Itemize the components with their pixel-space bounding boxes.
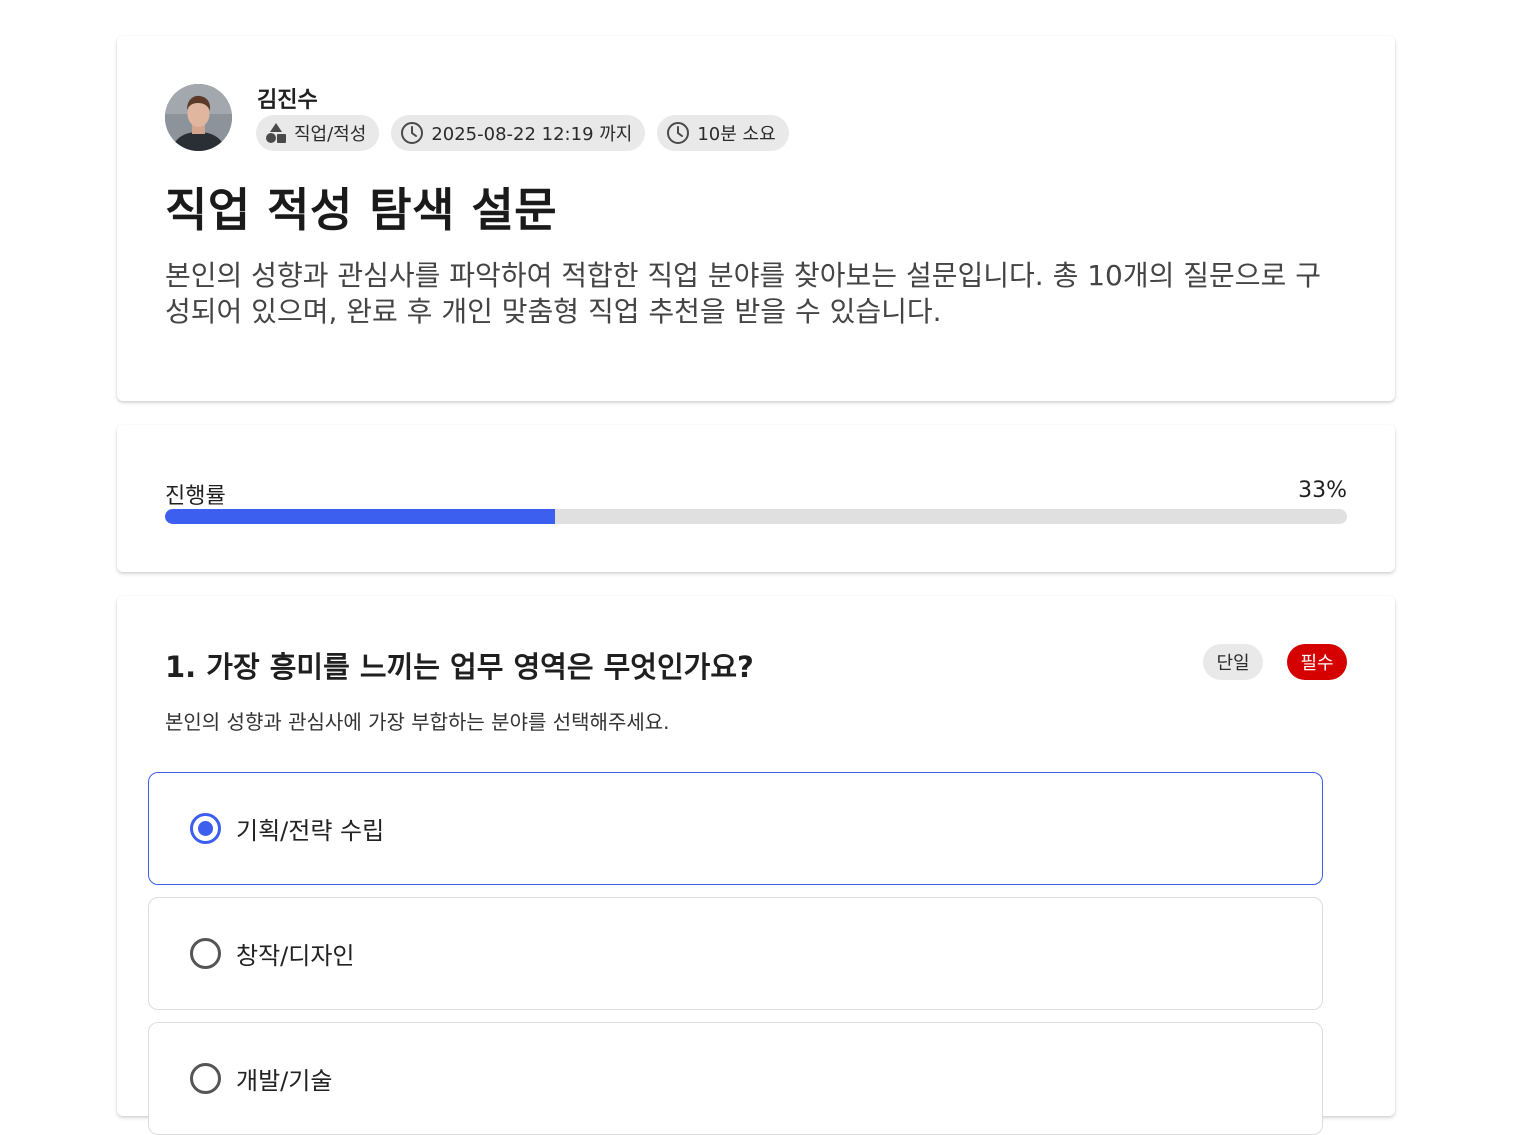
clock-icon [401, 122, 424, 144]
question-card: 1. 가장 흥미를 느끼는 업무 영역은 무엇인가요? 단일 필수 본인의 성향… [117, 596, 1395, 1135]
survey-header-card: 김진수 직업/적성 2025-08-22 12:19 까지 10분 소요 직업 … [117, 36, 1395, 401]
survey-title: 직업 적성 탐색 설문 [165, 183, 558, 237]
duration-label: 10분 소요 [697, 124, 776, 145]
question-description: 본인의 성향과 관심사에 가장 부합하는 분야를 선택해주세요. [165, 710, 670, 734]
question-title: 1. 가장 흥미를 느끼는 업무 영역은 무엇인가요? [165, 650, 754, 684]
author-avatar [165, 84, 232, 151]
progress-bar [165, 509, 1347, 524]
option-label: 개발/기술 [236, 1067, 333, 1095]
radio-selected-icon[interactable] [190, 813, 221, 844]
progress-bar-fill [165, 509, 556, 524]
category-label: 직업/적성 [294, 124, 367, 145]
progress-card: 진행률 33% [117, 425, 1395, 572]
survey-meta-chips: 직업/적성 2025-08-22 12:19 까지 10분 소요 [256, 115, 789, 151]
option-design[interactable]: 창작/디자인 [148, 897, 1323, 1010]
radio-unselected-icon[interactable] [190, 1063, 221, 1094]
radio-unselected-icon[interactable] [190, 938, 221, 969]
duration-chip: 10분 소요 [657, 115, 789, 151]
option-development[interactable]: 개발/기술 [148, 1022, 1323, 1135]
clock-icon [667, 122, 690, 144]
required-badge: 필수 [1287, 644, 1347, 680]
progress-label: 진행률 [165, 484, 226, 509]
single-choice-badge: 단일 [1203, 644, 1263, 680]
option-planning[interactable]: 기획/전략 수립 [148, 772, 1323, 885]
category-shapes-icon [266, 123, 286, 143]
author-name: 김진수 [257, 88, 318, 113]
option-label: 기획/전략 수립 [236, 817, 385, 845]
avatar-image [165, 84, 232, 151]
progress-percent: 33% [1298, 478, 1347, 503]
deadline-chip: 2025-08-22 12:19 까지 [391, 115, 646, 151]
option-label: 창작/디자인 [236, 942, 355, 970]
deadline-label: 2025-08-22 12:19 까지 [431, 124, 633, 145]
survey-description: 본인의 성향과 관심사를 파악하여 적합한 직업 분야를 찾아보는 설문입니다.… [165, 259, 1321, 328]
category-chip: 직업/적성 [256, 115, 380, 151]
